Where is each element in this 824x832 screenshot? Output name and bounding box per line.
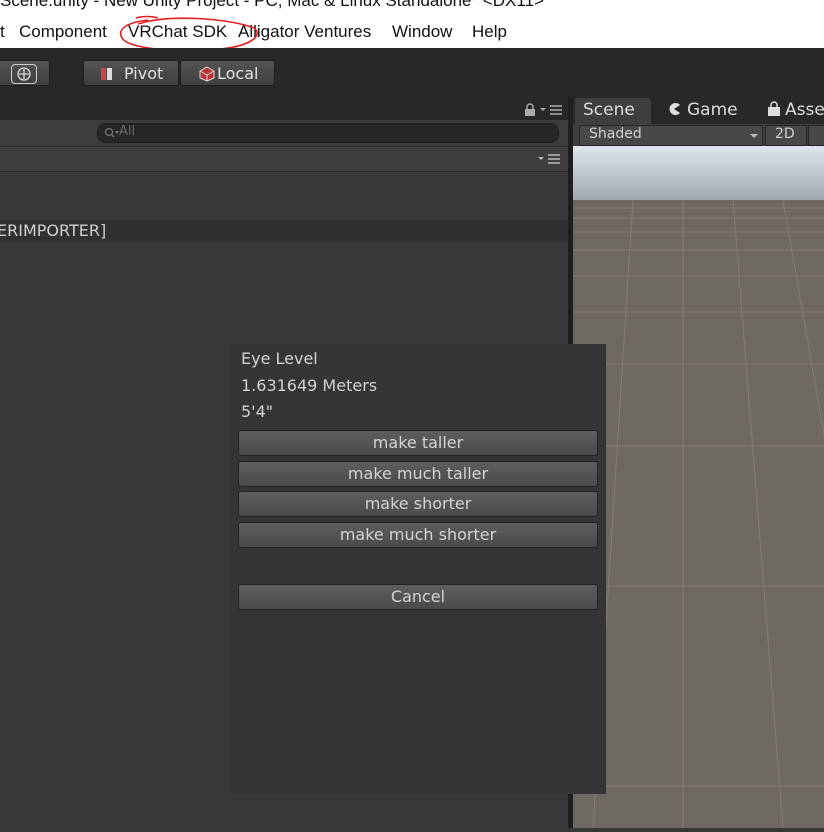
- pivot-label: Pivot: [124, 64, 164, 83]
- menu-bar: t Component VRChat SDK Alligator Venture…: [0, 15, 824, 52]
- make-much-taller-button[interactable]: make much taller: [238, 461, 598, 487]
- make-much-shorter-button[interactable]: make much shorter: [238, 522, 598, 548]
- shading-mode-label: Shaded: [589, 126, 642, 142]
- search-placeholder: All: [119, 124, 136, 139]
- rect-tool-icon[interactable]: [11, 64, 37, 84]
- shading-mode-dropdown[interactable]: Shaded: [579, 125, 763, 146]
- tab-game[interactable]: Game: [657, 98, 745, 124]
- scene-control-bar: Shaded 2D: [573, 124, 824, 146]
- eye-level-dialog: Eye Level 1.631649 Meters 5'4" make tall…: [231, 344, 606, 794]
- transform-tool-group[interactable]: [0, 60, 50, 86]
- window-title: Scene.unity - New Unity Project - PC, Ma…: [0, 0, 544, 10]
- toolbar: Pivot Local: [0, 48, 824, 98]
- tab-scene-label: Scene: [583, 100, 635, 120]
- make-taller-button[interactable]: make taller: [238, 430, 598, 456]
- hierarchy-menu-icon[interactable]: [538, 154, 562, 164]
- make-shorter-button[interactable]: make shorter: [238, 491, 598, 517]
- lock-icon[interactable]: [524, 103, 536, 117]
- menu-item-edit-partial[interactable]: t: [0, 22, 5, 42]
- search-toolbar: All: [0, 120, 568, 147]
- search-icon: [104, 127, 119, 138]
- hierarchy-row-label: ERIMPORTER]: [0, 221, 107, 240]
- scene-ground-grid: [573, 146, 824, 829]
- panel-tab-strip: [0, 98, 568, 120]
- scene-tab-strip: Scene Game Asse: [573, 98, 824, 124]
- menu-item-component[interactable]: Component: [19, 22, 107, 42]
- tab-game-label: Game: [687, 100, 738, 120]
- scene-tool-button[interactable]: [808, 125, 824, 146]
- search-input[interactable]: All: [97, 123, 559, 143]
- dialog-title: Eye Level: [241, 349, 318, 368]
- panel-menu-icon[interactable]: [540, 105, 564, 115]
- hierarchy-row[interactable]: ERIMPORTER]: [0, 220, 568, 242]
- local-toggle-button[interactable]: Local: [180, 60, 275, 86]
- tab-scene[interactable]: Scene: [575, 98, 651, 124]
- local-gizmo-icon: [199, 66, 215, 82]
- chevron-down-icon: [750, 134, 758, 138]
- menu-item-help[interactable]: Help: [472, 22, 507, 42]
- local-label: Local: [217, 64, 259, 83]
- 2d-mode-button[interactable]: 2D: [765, 125, 807, 146]
- eye-level-feet: 5'4": [241, 402, 274, 421]
- menu-item-window[interactable]: Window: [392, 22, 452, 42]
- pivot-toggle-button[interactable]: Pivot: [83, 60, 179, 86]
- pivot-icon: [101, 68, 112, 80]
- eye-level-meters: 1.631649 Meters: [241, 376, 378, 395]
- scene-viewport[interactable]: [573, 146, 824, 829]
- shopping-bag-icon: [768, 101, 780, 116]
- pacman-icon: [669, 103, 680, 115]
- cancel-button[interactable]: Cancel: [238, 584, 598, 610]
- 2d-mode-label: 2D: [775, 126, 795, 142]
- tab-asset-store[interactable]: Asse: [763, 98, 824, 124]
- tab-asset-label: Asse: [785, 100, 824, 120]
- hierarchy-header: [0, 147, 568, 172]
